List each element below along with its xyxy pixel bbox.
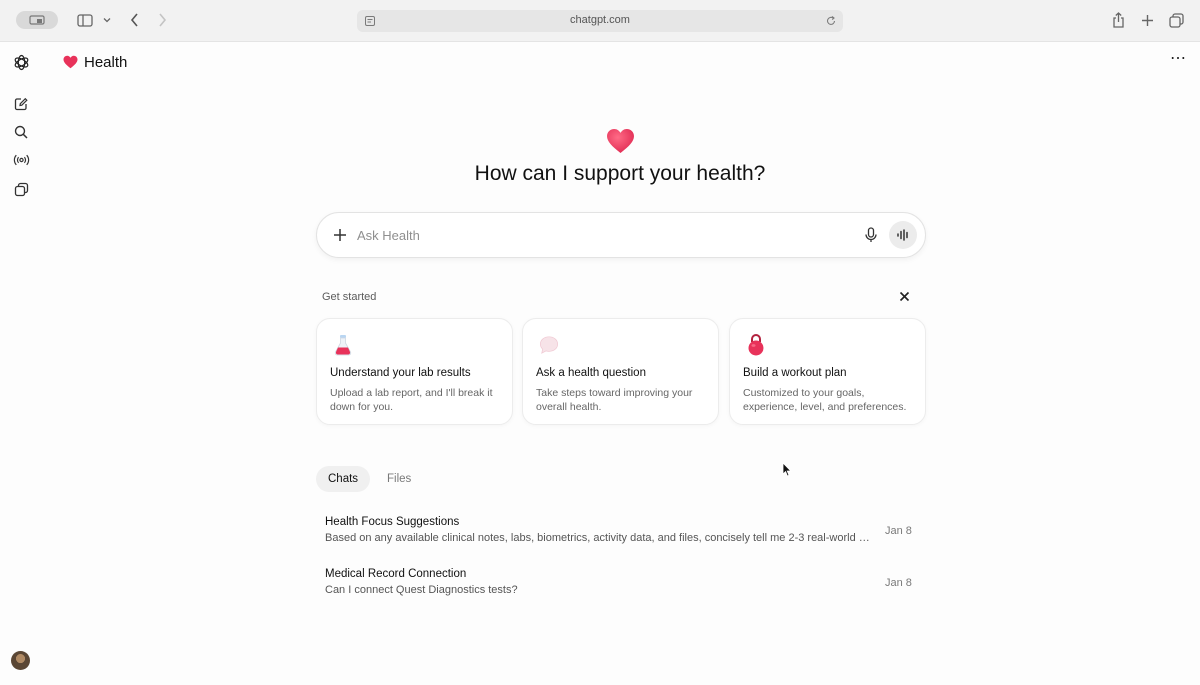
page-title: Health	[63, 52, 127, 72]
forward-button[interactable]	[154, 11, 170, 29]
chevron-down-icon	[103, 18, 111, 23]
card-title: Build a workout plan	[743, 367, 847, 379]
mouse-cursor-icon	[782, 462, 792, 477]
chat-preview: Can I connect Quest Diagnostics tests?	[325, 584, 518, 596]
address-bar[interactable]: chatgpt.com	[357, 10, 843, 32]
reload-icon[interactable]	[825, 15, 837, 27]
window-switcher-button[interactable]	[16, 11, 58, 29]
plus-icon	[1141, 14, 1153, 26]
chat-date: Jan 8	[885, 525, 912, 537]
browser-toolbar: chatgpt.com	[0, 0, 1200, 42]
tab-overview-button[interactable]	[1168, 11, 1185, 29]
close-icon[interactable]	[898, 290, 911, 303]
list-item[interactable]: Medical Record Connection Can I connect …	[316, 568, 926, 614]
tabs-icon	[1169, 12, 1184, 28]
card-title: Understand your lab results	[330, 367, 471, 379]
tab-group-menu-button[interactable]	[102, 14, 112, 26]
share-icon	[1112, 12, 1124, 28]
kettlebell-icon	[748, 334, 764, 356]
chat-date: Jan 8	[885, 577, 912, 589]
openai-logo-icon[interactable]	[12, 53, 30, 71]
new-tab-button[interactable]	[1139, 11, 1155, 29]
add-attachment-icon[interactable]	[331, 226, 349, 244]
chevron-left-icon	[130, 13, 138, 27]
window-icon	[29, 15, 45, 25]
share-button[interactable]	[1110, 11, 1126, 29]
voice-mode-button[interactable]	[889, 221, 917, 249]
card-workout-plan[interactable]: Build a workout plan Customized to your …	[729, 318, 926, 425]
card-description: Take steps toward improving your overall…	[536, 387, 693, 413]
card-title: Ask a health question	[536, 367, 646, 379]
sidebar-icon	[77, 13, 93, 27]
heart-icon	[607, 128, 634, 154]
page-title-label: Health	[84, 53, 128, 71]
new-chat-icon[interactable]	[12, 95, 30, 113]
heart-icon	[63, 55, 78, 69]
chat-preview: Based on any available clinical notes, l…	[325, 532, 870, 544]
tab-chats[interactable]: Chats	[316, 466, 371, 492]
chat-title: Medical Record Connection	[325, 568, 467, 580]
chevron-right-icon	[158, 13, 166, 27]
hero-title: How can I support your health?	[474, 162, 766, 185]
sidebar-toggle-button[interactable]	[76, 11, 94, 29]
speech-bubble-icon	[539, 336, 559, 354]
chat-title: Health Focus Suggestions	[325, 516, 460, 528]
card-description: Upload a lab report, and I'll break it d…	[330, 387, 493, 413]
get-started-label: Get started	[322, 291, 377, 303]
card-lab-results[interactable]: Understand your lab results Upload a lab…	[316, 318, 513, 425]
back-button[interactable]	[126, 11, 142, 29]
address-url: chatgpt.com	[570, 14, 630, 26]
card-description: Customized to your goals, experience, le…	[743, 387, 907, 413]
card-health-question[interactable]: Ask a health question Take steps toward …	[522, 318, 719, 425]
composer	[316, 212, 926, 258]
flask-icon	[334, 335, 352, 356]
microphone-icon[interactable]	[862, 226, 880, 244]
list-item[interactable]: Health Focus Suggestions Based on any av…	[316, 516, 926, 562]
more-options-button[interactable]: ⋯	[1170, 51, 1188, 67]
voice-waveform-icon	[897, 229, 908, 241]
ask-health-input[interactable]	[357, 225, 837, 245]
search-icon[interactable]	[12, 123, 30, 141]
avatar[interactable]	[11, 651, 30, 670]
tab-files[interactable]: Files	[375, 466, 423, 492]
